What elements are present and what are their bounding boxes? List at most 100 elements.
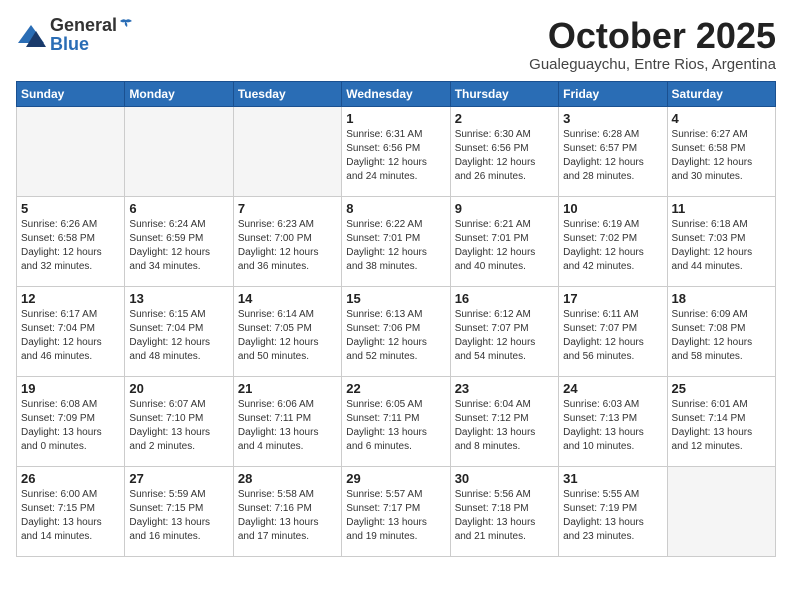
day-number: 30 <box>455 471 554 486</box>
day-number: 2 <box>455 111 554 126</box>
cal-cell-13: 13 Sunrise: 6:15 AM Sunset: 7:04 PM Dayli… <box>125 286 233 376</box>
cell-info: Sunrise: 6:03 AM Sunset: 7:13 PM Dayligh… <box>563 398 662 454</box>
cell-info: Sunrise: 6:00 AM Sunset: 7:15 PM Dayligh… <box>21 488 120 544</box>
cal-cell-empty-0-1 <box>125 106 233 196</box>
cell-info: Sunrise: 6:31 AM Sunset: 6:56 PM Dayligh… <box>346 128 445 184</box>
day-number: 4 <box>672 111 771 126</box>
day-number: 13 <box>129 291 228 306</box>
day-number: 9 <box>455 201 554 216</box>
cell-info: Sunrise: 6:08 AM Sunset: 7:09 PM Dayligh… <box>21 398 120 454</box>
day-number: 14 <box>238 291 337 306</box>
day-number: 23 <box>455 381 554 396</box>
cal-cell-20: 20 Sunrise: 6:07 AM Sunset: 7:10 PM Dayli… <box>125 376 233 466</box>
cal-cell-1: 1 Sunrise: 6:31 AM Sunset: 6:56 PM Daylig… <box>342 106 450 196</box>
cal-cell-15: 15 Sunrise: 6:13 AM Sunset: 7:06 PM Dayli… <box>342 286 450 376</box>
cal-cell-29: 29 Sunrise: 5:57 AM Sunset: 7:17 PM Dayli… <box>342 466 450 556</box>
cell-info: Sunrise: 5:57 AM Sunset: 7:17 PM Dayligh… <box>346 488 445 544</box>
day-number: 1 <box>346 111 445 126</box>
cell-info: Sunrise: 6:17 AM Sunset: 7:04 PM Dayligh… <box>21 308 120 364</box>
week-row-4: 19 Sunrise: 6:08 AM Sunset: 7:09 PM Dayli… <box>17 376 776 466</box>
cal-cell-17: 17Sunrise: 6:11 AM Sunset: 7:07 PM Dayli… <box>559 286 667 376</box>
logo-icon <box>16 23 46 49</box>
cell-info: Sunrise: 6:12 AM Sunset: 7:07 PM Dayligh… <box>455 308 554 364</box>
col-header-friday: Friday <box>559 81 667 106</box>
cal-cell-18: 18 Sunrise: 6:09 AM Sunset: 7:08 PM Dayli… <box>667 286 775 376</box>
cal-cell-2: 2 Sunrise: 6:30 AM Sunset: 6:56 PM Daylig… <box>450 106 558 196</box>
week-row-5: 26 Sunrise: 6:00 AM Sunset: 7:15 PM Dayli… <box>17 466 776 556</box>
cal-cell-5: 5 Sunrise: 6:26 AM Sunset: 6:58 PM Daylig… <box>17 196 125 286</box>
month-title: October 2025 <box>529 16 776 56</box>
cal-cell-16: 16 Sunrise: 6:12 AM Sunset: 7:07 PM Dayli… <box>450 286 558 376</box>
day-number: 19 <box>21 381 120 396</box>
cal-cell-14: 14 Sunrise: 6:14 AM Sunset: 7:05 PM Dayli… <box>233 286 341 376</box>
cell-info: Sunrise: 6:09 AM Sunset: 7:08 PM Dayligh… <box>672 308 771 364</box>
header-row: SundayMondayTuesdayWednesdayThursdayFrid… <box>17 81 776 106</box>
cal-cell-12: 12 Sunrise: 6:17 AM Sunset: 7:04 PM Dayli… <box>17 286 125 376</box>
cell-info: Sunrise: 6:04 AM Sunset: 7:12 PM Dayligh… <box>455 398 554 454</box>
cal-cell-empty-0-2 <box>233 106 341 196</box>
logo: General Blue <box>16 16 133 55</box>
cal-cell-8: 8Sunrise: 6:22 AM Sunset: 7:01 PM Daylig… <box>342 196 450 286</box>
calendar-table: SundayMondayTuesdayWednesdayThursdayFrid… <box>16 81 776 557</box>
location-subtitle: Gualeguaychu, Entre Rios, Argentina <box>529 56 776 73</box>
day-number: 29 <box>346 471 445 486</box>
cell-info: Sunrise: 6:21 AM Sunset: 7:01 PM Dayligh… <box>455 218 554 274</box>
logo-blue: Blue <box>50 34 133 55</box>
logo-general: General <box>50 16 117 34</box>
day-number: 5 <box>21 201 120 216</box>
cell-info: Sunrise: 5:56 AM Sunset: 7:18 PM Dayligh… <box>455 488 554 544</box>
week-row-2: 5 Sunrise: 6:26 AM Sunset: 6:58 PM Daylig… <box>17 196 776 286</box>
cal-cell-3: 3 Sunrise: 6:28 AM Sunset: 6:57 PM Daylig… <box>559 106 667 196</box>
col-header-thursday: Thursday <box>450 81 558 106</box>
day-number: 21 <box>238 381 337 396</box>
cal-cell-10: 10Sunrise: 6:19 AM Sunset: 7:02 PM Dayli… <box>559 196 667 286</box>
cell-info: Sunrise: 6:07 AM Sunset: 7:10 PM Dayligh… <box>129 398 228 454</box>
cell-info: Sunrise: 6:30 AM Sunset: 6:56 PM Dayligh… <box>455 128 554 184</box>
day-number: 10 <box>563 201 662 216</box>
col-header-wednesday: Wednesday <box>342 81 450 106</box>
day-number: 15 <box>346 291 445 306</box>
day-number: 27 <box>129 471 228 486</box>
cell-info: Sunrise: 6:13 AM Sunset: 7:06 PM Dayligh… <box>346 308 445 364</box>
cell-info: Sunrise: 6:14 AM Sunset: 7:05 PM Dayligh… <box>238 308 337 364</box>
week-row-1: 1 Sunrise: 6:31 AM Sunset: 6:56 PM Daylig… <box>17 106 776 196</box>
cal-cell-26: 26 Sunrise: 6:00 AM Sunset: 7:15 PM Dayli… <box>17 466 125 556</box>
cell-info: Sunrise: 5:58 AM Sunset: 7:16 PM Dayligh… <box>238 488 337 544</box>
cell-info: Sunrise: 6:24 AM Sunset: 6:59 PM Dayligh… <box>129 218 228 274</box>
day-number: 26 <box>21 471 120 486</box>
cal-cell-23: 23 Sunrise: 6:04 AM Sunset: 7:12 PM Dayli… <box>450 376 558 466</box>
cal-cell-30: 30 Sunrise: 5:56 AM Sunset: 7:18 PM Dayli… <box>450 466 558 556</box>
cal-cell-28: 28Sunrise: 5:58 AM Sunset: 7:16 PM Dayli… <box>233 466 341 556</box>
day-number: 31 <box>563 471 662 486</box>
cell-info: Sunrise: 6:28 AM Sunset: 6:57 PM Dayligh… <box>563 128 662 184</box>
cal-cell-empty-0-0 <box>17 106 125 196</box>
page-header: General Blue October 2025 Gualeguaychu, … <box>16 16 776 73</box>
cell-info: Sunrise: 6:15 AM Sunset: 7:04 PM Dayligh… <box>129 308 228 364</box>
cal-cell-11: 11Sunrise: 6:18 AM Sunset: 7:03 PM Dayli… <box>667 196 775 286</box>
day-number: 7 <box>238 201 337 216</box>
day-number: 20 <box>129 381 228 396</box>
cell-info: Sunrise: 6:22 AM Sunset: 7:01 PM Dayligh… <box>346 218 445 274</box>
col-header-tuesday: Tuesday <box>233 81 341 106</box>
cal-cell-21: 21Sunrise: 6:06 AM Sunset: 7:11 PM Dayli… <box>233 376 341 466</box>
cell-info: Sunrise: 6:27 AM Sunset: 6:58 PM Dayligh… <box>672 128 771 184</box>
cell-info: Sunrise: 6:01 AM Sunset: 7:14 PM Dayligh… <box>672 398 771 454</box>
cal-cell-22: 22Sunrise: 6:05 AM Sunset: 7:11 PM Dayli… <box>342 376 450 466</box>
day-number: 3 <box>563 111 662 126</box>
title-block: October 2025 Gualeguaychu, Entre Rios, A… <box>529 16 776 73</box>
day-number: 18 <box>672 291 771 306</box>
cell-info: Sunrise: 6:18 AM Sunset: 7:03 PM Dayligh… <box>672 218 771 274</box>
day-number: 16 <box>455 291 554 306</box>
col-header-monday: Monday <box>125 81 233 106</box>
cal-cell-7: 7Sunrise: 6:23 AM Sunset: 7:00 PM Daylig… <box>233 196 341 286</box>
cal-cell-9: 9 Sunrise: 6:21 AM Sunset: 7:01 PM Daylig… <box>450 196 558 286</box>
day-number: 25 <box>672 381 771 396</box>
logo-bird-icon <box>119 18 133 32</box>
cal-cell-4: 4 Sunrise: 6:27 AM Sunset: 6:58 PM Daylig… <box>667 106 775 196</box>
cal-cell-19: 19 Sunrise: 6:08 AM Sunset: 7:09 PM Dayli… <box>17 376 125 466</box>
day-number: 24 <box>563 381 662 396</box>
cal-cell-25: 25 Sunrise: 6:01 AM Sunset: 7:14 PM Dayli… <box>667 376 775 466</box>
day-number: 12 <box>21 291 120 306</box>
cal-cell-6: 6Sunrise: 6:24 AM Sunset: 6:59 PM Daylig… <box>125 196 233 286</box>
cell-info: Sunrise: 6:26 AM Sunset: 6:58 PM Dayligh… <box>21 218 120 274</box>
